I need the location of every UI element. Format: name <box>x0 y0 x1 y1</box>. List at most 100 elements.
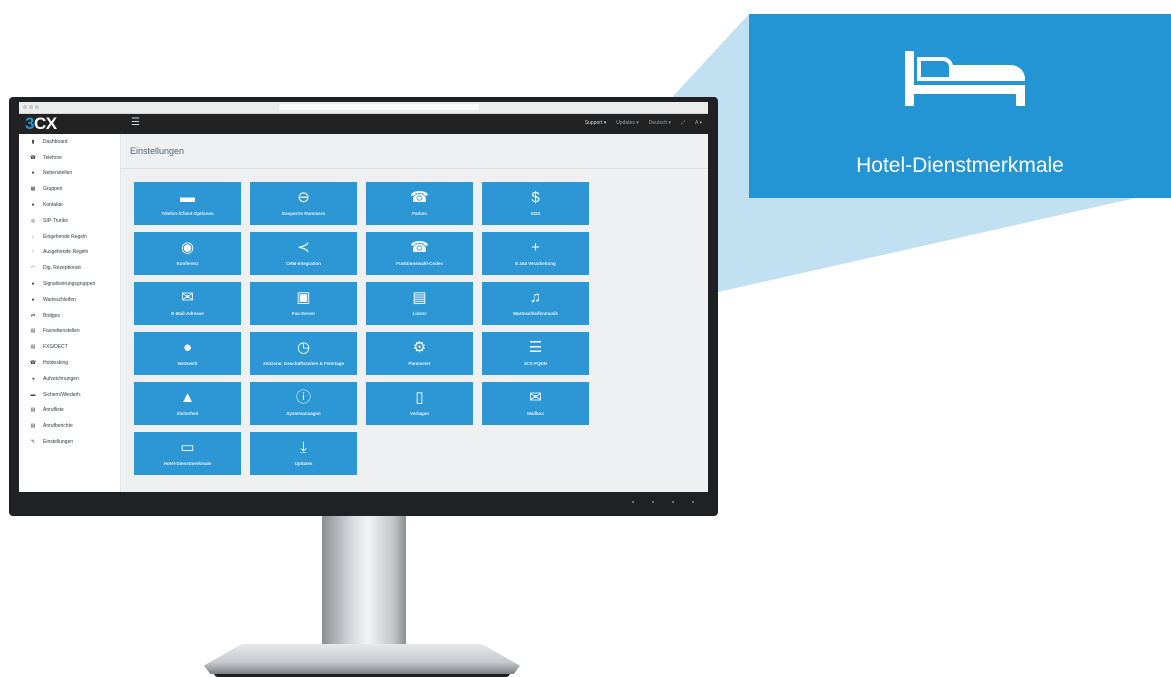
sidebar-item-dig-rezeptionist[interactable]: ◠ Dig. Rezeptionist <box>19 260 120 276</box>
tile-label: Systemansagen <box>286 411 321 416</box>
info-icon: ⓘ <box>295 389 311 406</box>
tile-label: CRM-Integration <box>286 261 321 266</box>
sidebar-item-label: Einstellungen <box>43 439 74 446</box>
tile-phone[interactable]: ☎ Parken <box>366 182 473 225</box>
license-icon: ▤ <box>412 289 427 306</box>
main-content: Einstellungen ▬ Telefon-/Client-Optionen ⊖… <box>120 134 708 492</box>
tile-clock[interactable]: ◷ Zeitzone, Geschäftszeiten & Feiertage <box>250 332 357 375</box>
sidebar-item-label: Nebenstellen <box>43 170 73 177</box>
tile-gear[interactable]: ⚙ Parameter <box>366 332 473 375</box>
sidebar-item-dashboard[interactable]: ▮ Dashboard <box>19 134 120 150</box>
fax-icon: ▣ <box>296 289 311 306</box>
tile-label: Lizenz <box>412 311 427 316</box>
sidebar-item-warteschleifen[interactable]: ● Warteschleifen <box>19 292 120 308</box>
sidebar-item-einstellungen[interactable]: ✎ Einstellungen <box>19 434 120 450</box>
browser-bar <box>19 102 708 114</box>
tile-file-code[interactable]: ▯ Vorlagen <box>366 382 473 425</box>
sidebar-item-label: Warteschleifen <box>43 296 76 303</box>
tile-label: Netzwerk <box>177 361 198 366</box>
eye-icon: ◉ <box>180 239 195 256</box>
tile-bed[interactable]: ▭ Hotel-Dienstmerkmale <box>134 432 241 475</box>
sidebar-item-hotdesking[interactable]: ☎ Hotdesking <box>19 355 120 371</box>
sidebar-item-aufzeichnungen[interactable]: ◂ Aufzeichnungen <box>19 371 120 387</box>
tile-envelope[interactable]: ✉ E-Mail-Adresse <box>134 282 241 325</box>
tile-share[interactable]: ≺ CRM-Integration <box>250 232 357 275</box>
tile-eye[interactable]: ◉ Konferenz <box>134 232 241 275</box>
sidebar-item-anrufliste[interactable]: ▤ Anrufliste <box>19 403 120 419</box>
topnav-item[interactable]: Support ▾ <box>585 120 606 126</box>
sidebar-item-nebenstellen[interactable]: ● Nebenstellen <box>19 166 120 182</box>
tile-label: Parameter <box>408 361 431 366</box>
tile-label: Konferenz <box>176 261 199 266</box>
music-icon: ♫ <box>529 289 542 306</box>
tile-globe[interactable]: ● Netzwerk <box>134 332 241 375</box>
sidebar-item-label: Faxnebenstellen <box>43 328 80 335</box>
gear-icon: ⚙ <box>412 339 427 356</box>
tile-label: Parken <box>411 211 427 216</box>
bed-icon: ▭ <box>180 439 195 456</box>
sidebar-item-kontakte[interactable]: ● Kontakte <box>19 197 120 213</box>
sidebar-item-sichern-wiederh-[interactable]: ▬ Sichern/Wiederh. <box>19 387 120 403</box>
tile-dollar[interactable]: $ KDS <box>482 182 589 225</box>
tile-envelope[interactable]: ✉ Mailbox <box>482 382 589 425</box>
sidebar-item-label: Gruppen <box>43 186 63 193</box>
monitor: 3CX ☰ Support ▾ Updates ▾ Deutsch ▾ ⤢ A ▾ ▮ D… <box>9 97 718 516</box>
sidebar-item-label: Sichern/Wiederh. <box>43 391 82 398</box>
monitor-stand-neck <box>322 516 406 649</box>
sidebar-item-ausgehende-regeln[interactable]: ↑ Ausgehende Regeln <box>19 245 120 261</box>
volume-icon: ◂ <box>31 375 35 382</box>
arrow-down-icon: ↓ <box>31 233 35 240</box>
topnav-item[interactable]: Updates ▾ <box>616 120 639 126</box>
tile-block[interactable]: ⊖ Gesperrte Nummern <box>250 182 357 225</box>
sidebar-item-sip-trunks[interactable]: ◎ SIP-Trunks <box>19 213 120 229</box>
monitor-bezel <box>9 493 718 512</box>
dollar-icon: $ <box>531 189 540 206</box>
topnav-item[interactable]: ⤢ <box>681 120 685 126</box>
phone-icon: ☎ <box>29 154 37 161</box>
tile-plus[interactable]: + E.164 Verarbeitung <box>482 232 589 275</box>
top-navbar: 3CX ☰ Support ▾ Updates ▾ Deutsch ▾ ⤢ A ▾ <box>19 114 708 134</box>
topnav-item[interactable]: Deutsch ▾ <box>649 120 671 126</box>
sidebar-item-signalisierungsgruppen[interactable]: ● Signalisierungsgruppen <box>19 276 120 292</box>
page-title: Einstellungen <box>130 146 185 156</box>
report-icon: ▤ <box>30 423 36 430</box>
topnav-item[interactable]: A ▾ <box>695 120 702 126</box>
tile-label: Funktionswahl-Codes <box>396 261 443 266</box>
block-icon: ⊖ <box>297 189 310 206</box>
url-bar[interactable] <box>279 104 479 110</box>
tile-license[interactable]: ▤ Lizenz <box>366 282 473 325</box>
headset-icon: ◠ <box>30 265 36 272</box>
sidebar-item-label: Ausgehende Regeln <box>43 249 89 256</box>
sidebar-item-gruppen[interactable]: ▦ Gruppen <box>19 181 120 197</box>
sidebar-item-label: Aufzeichnungen <box>43 375 79 382</box>
screen: 3CX ☰ Support ▾ Updates ▾ Deutsch ▾ ⤢ A ▾ ▮ D… <box>19 102 708 492</box>
tile-fax[interactable]: ▣ Fax-Server <box>250 282 357 325</box>
sidebar-item-label: Dashboard <box>43 138 68 145</box>
tile-phone[interactable]: ☎ Funktionswahl-Codes <box>366 232 473 275</box>
tile-info[interactable]: ⓘ Systemansagen <box>250 382 357 425</box>
sidebar-item-anrufberichte[interactable]: ▤ Anrufberichte <box>19 418 120 434</box>
globe-icon: ◎ <box>30 217 36 224</box>
tile-phone-device[interactable]: ▬ Telefon-/Client-Optionen <box>134 182 241 225</box>
tile-label: E.164 Verarbeitung <box>515 261 556 266</box>
desk-phone-icon: ☎ <box>29 360 37 367</box>
tile-label: Updates <box>294 461 313 466</box>
divider <box>120 168 708 169</box>
contact-icon: ● <box>31 202 35 209</box>
monitor-buttons <box>632 501 694 503</box>
bar-chart-icon: ▮ <box>31 138 35 145</box>
sidebar-item-telefone[interactable]: ☎ Telefone <box>19 150 120 166</box>
phone-device-icon: ▬ <box>180 189 195 206</box>
sidebar-item-fxs-dect[interactable]: ▤ FXS/DECT <box>19 339 120 355</box>
tile-download[interactable]: ⤓ Updates <box>250 432 357 475</box>
tile-server[interactable]: ☰ 3CX-FQDN <box>482 332 589 375</box>
hamburger-icon[interactable]: ☰ <box>131 118 140 128</box>
sidebar-item-bridges[interactable]: ⇄ Bridges <box>19 308 120 324</box>
sidebar-item-faxnebenstellen[interactable]: ▤ Faxnebenstellen <box>19 324 120 340</box>
tile-lock[interactable]: ▲ Sicherheit <box>134 382 241 425</box>
folder-icon: ▬ <box>30 391 36 398</box>
phone-icon: ☎ <box>410 189 429 206</box>
tile-music[interactable]: ♫ Warteschleifenmusik <box>482 282 589 325</box>
window-controls[interactable] <box>23 105 39 109</box>
sidebar-item-eingehende-regeln[interactable]: ↓ Eingehende Regeln <box>19 229 120 245</box>
